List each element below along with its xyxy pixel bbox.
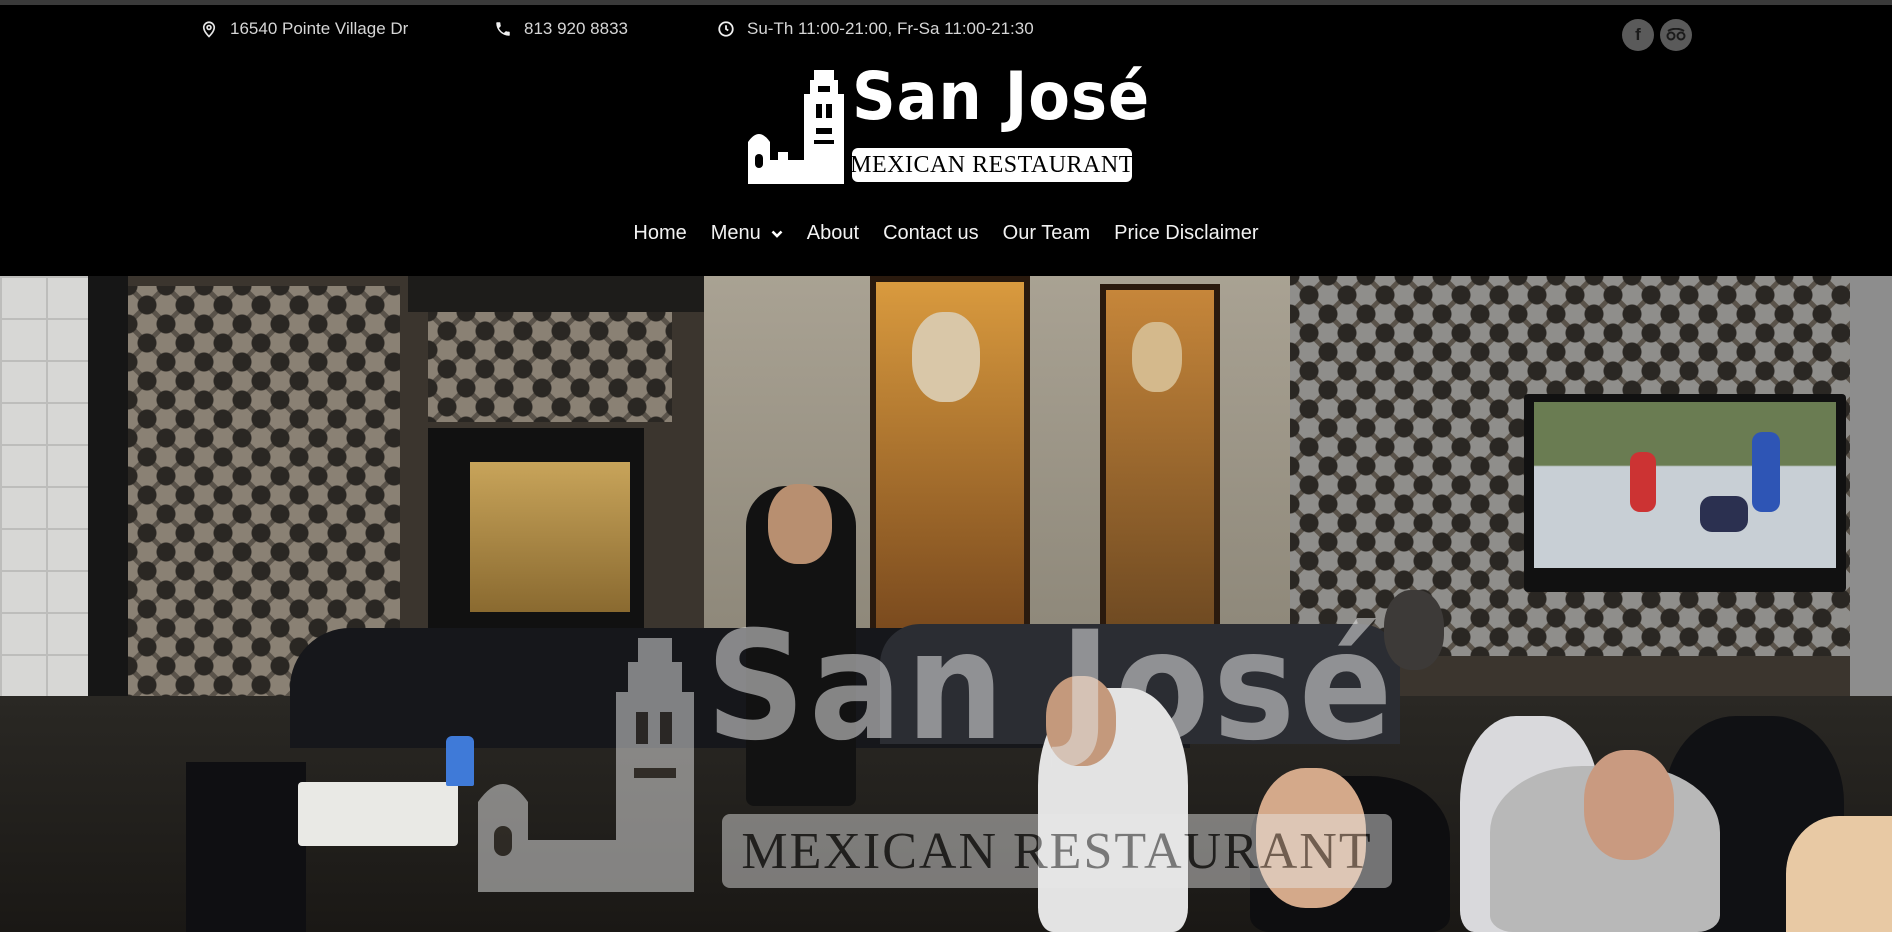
- hero-painting-face: [912, 312, 980, 402]
- hero-waiter-head: [768, 484, 832, 564]
- phone-info[interactable]: 813 920 8833: [494, 19, 628, 39]
- tripadvisor-link[interactable]: [1660, 19, 1692, 51]
- nav-menu-label: Menu: [710, 222, 761, 244]
- site-logo[interactable]: San José MEXICAN RESTAURANT: [744, 64, 1149, 184]
- hero-watermark-logo: San José MEXICAN RESTAURANT: [466, 612, 1396, 892]
- nav-about[interactable]: About: [807, 222, 859, 245]
- hero-kitchen-window: [470, 462, 630, 612]
- hero-diner: [1786, 816, 1892, 932]
- logo-subtitle: MEXICAN RESTAURANT: [850, 151, 1134, 178]
- tripadvisor-icon: [1666, 28, 1686, 41]
- hours-text: Su-Th 11:00-21:00, Fr-Sa 11:00-21:30: [747, 19, 1034, 38]
- hero-cart: [186, 762, 306, 932]
- logo-tower-icon: [748, 70, 844, 184]
- phone-text: 813 920 8833: [524, 19, 628, 38]
- nav-our-team[interactable]: Our Team: [1003, 222, 1090, 245]
- hours-info: Su-Th 11:00-21:00, Fr-Sa 11:00-21:30: [717, 19, 1034, 39]
- hero-diner-head: [1584, 750, 1674, 860]
- address-text: 16540 Pointe Village Dr: [230, 19, 409, 38]
- hero-bus-bin: [298, 782, 458, 846]
- watermark-subtitle-band: MEXICAN RESTAURANT: [722, 814, 1392, 888]
- nav-menu[interactable]: Menu: [711, 222, 783, 245]
- nav-price-disclaimer[interactable]: Price Disclaimer: [1114, 222, 1258, 245]
- hero-dark-frame: [408, 276, 704, 312]
- facebook-link[interactable]: f: [1622, 19, 1654, 51]
- address-info[interactable]: 16540 Pointe Village Dr: [200, 19, 408, 39]
- hero-patterned-panel: [428, 312, 672, 422]
- hero-tv-player: [1700, 496, 1748, 532]
- clock-icon: [718, 21, 734, 37]
- hero-tv-player: [1752, 432, 1780, 512]
- hero-painting-face: [1132, 322, 1182, 392]
- hero-tv-screen: [1534, 402, 1836, 568]
- facebook-icon: f: [1635, 25, 1641, 44]
- hero-image: San José MEXICAN RESTAURANT: [0, 276, 1892, 932]
- map-pin-icon: [202, 21, 216, 38]
- hero-tv-player: [1630, 452, 1656, 512]
- logo-title: San José: [852, 58, 1151, 135]
- phone-icon: [496, 22, 510, 36]
- nav-contact-us[interactable]: Contact us: [883, 222, 979, 245]
- contact-bar: 16540 Pointe Village Dr 813 920 8833 Su-…: [0, 5, 1892, 55]
- chevron-down-icon: [771, 230, 783, 238]
- main-nav: Home Menu About Contact us Our Team Pric…: [0, 222, 1892, 245]
- watermark-tower-icon: [478, 638, 694, 892]
- watermark-subtitle: MEXICAN RESTAURANT: [741, 822, 1373, 880]
- watermark-title: San José: [706, 600, 1397, 774]
- nav-home[interactable]: Home: [633, 222, 686, 245]
- logo-subtitle-band: MEXICAN RESTAURANT: [850, 148, 1134, 182]
